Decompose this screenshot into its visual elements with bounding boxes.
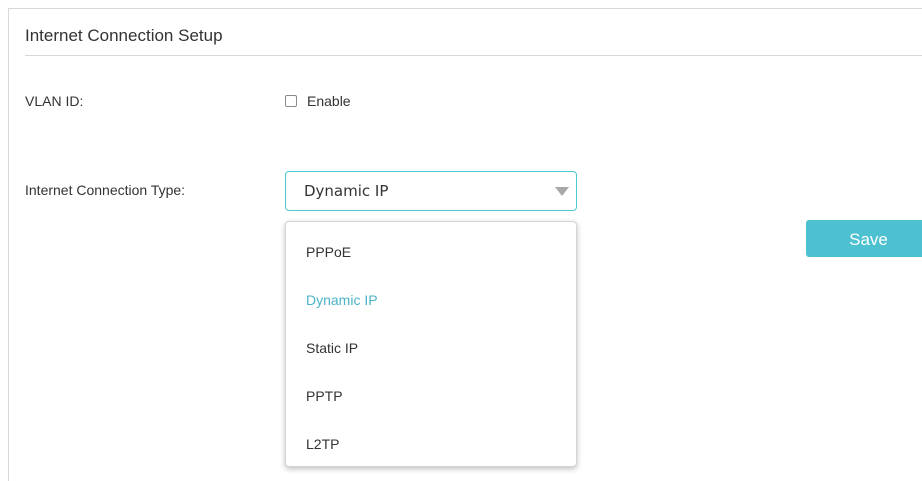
connection-type-value[interactable]: Dynamic IP [304, 182, 388, 200]
option-l2tp[interactable]: L2TP [306, 436, 339, 452]
option-pptp[interactable]: PPTP [306, 388, 343, 404]
save-button[interactable]: Save [806, 220, 922, 257]
connection-type-label: Internet Connection Type: [25, 182, 186, 198]
option-pppoe[interactable]: PPPoE [306, 244, 351, 260]
section-title: Internet Connection Setup [25, 26, 223, 45]
vlan-id-label: VLAN ID: [25, 93, 84, 109]
vlan-enable-label[interactable]: Enable [307, 93, 351, 109]
vlan-enable-checkbox[interactable]: Enable [285, 93, 351, 109]
chevron-down-icon[interactable] [555, 187, 569, 196]
checkbox-icon[interactable] [285, 95, 297, 107]
option-static-ip[interactable]: Static IP [306, 340, 358, 356]
settings-panel: Internet Connection Setup VLAN ID: Enabl… [8, 8, 922, 481]
connection-type-dropdown: PPPoE Dynamic IP Static IP PPTP L2TP [285, 221, 577, 467]
option-dynamic-ip[interactable]: Dynamic IP [306, 292, 378, 308]
connection-type-select[interactable]: Dynamic IP [285, 171, 577, 211]
title-divider [25, 55, 922, 56]
